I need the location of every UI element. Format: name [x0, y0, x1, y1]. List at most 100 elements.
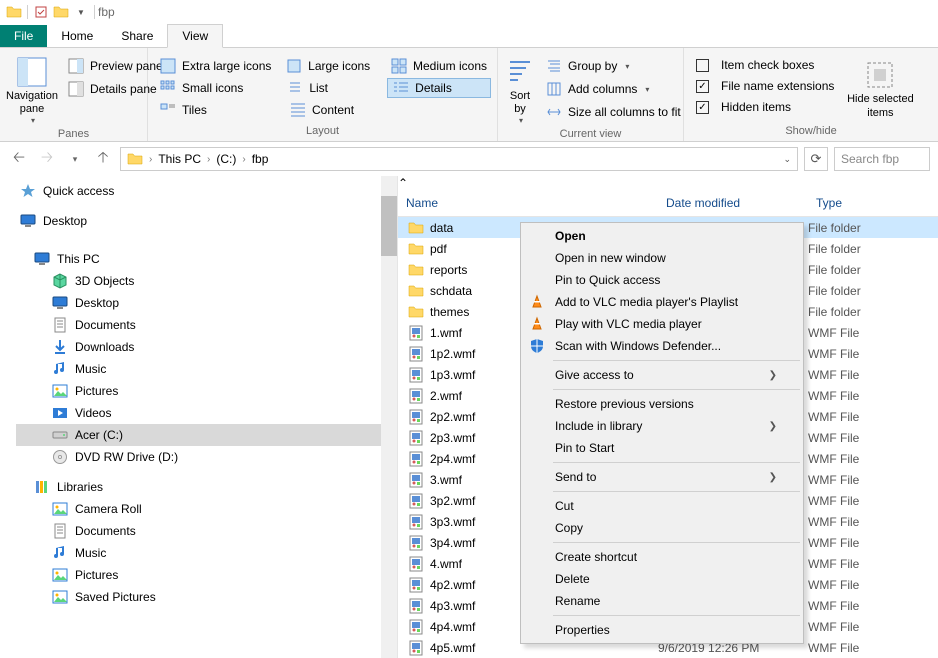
size-columns-button[interactable]: Size all columns to fit	[540, 102, 687, 122]
tree-item[interactable]: DVD RW Drive (D:)	[16, 446, 397, 468]
back-button[interactable]: 🡠	[8, 148, 30, 170]
column-type[interactable]: Type	[808, 190, 908, 216]
ctx-copy[interactable]: Copy	[523, 517, 801, 539]
ctx-defender[interactable]: Scan with Windows Defender...	[523, 335, 801, 357]
ctx-separator	[553, 491, 800, 492]
up-button[interactable]: 🡡	[92, 148, 114, 170]
sort-indicator-icon: ⌃	[398, 176, 938, 190]
group-label-showhide: Show/hide	[690, 123, 932, 141]
qat-newfolder-icon[interactable]	[53, 4, 69, 20]
titlebar: ▼ fbp	[0, 0, 938, 24]
breadcrumb-folder[interactable]: fbp	[248, 152, 273, 166]
tree-item[interactable]: Pictures	[16, 380, 397, 402]
ctx-separator	[553, 615, 800, 616]
tree-libraries[interactable]: Libraries	[16, 476, 397, 498]
ctx-vlc-play[interactable]: Play with VLC media player	[523, 313, 801, 335]
tree-item[interactable]: Documents	[16, 520, 397, 542]
tree-item[interactable]: Saved Pictures	[16, 586, 397, 608]
add-columns-button[interactable]: Add columns▾	[540, 79, 687, 99]
layout-details[interactable]: Details	[387, 78, 491, 98]
breadcrumb-drive[interactable]: (C:)	[212, 152, 240, 166]
layout-medium[interactable]: Medium icons	[385, 56, 491, 76]
group-label-current: Current view	[504, 126, 677, 144]
qat-properties-icon[interactable]	[33, 4, 49, 20]
ctx-rename[interactable]: Rename	[523, 590, 801, 612]
tree-item[interactable]: Pictures	[16, 564, 397, 586]
layout-large[interactable]: Large icons	[280, 56, 383, 76]
chevron-right-icon[interactable]: ›	[147, 154, 154, 165]
layout-list[interactable]: List	[281, 78, 385, 98]
column-name[interactable]: Name	[398, 190, 658, 216]
chevron-right-icon: ❯	[769, 370, 777, 381]
search-input[interactable]: Search fbp	[834, 147, 930, 171]
group-label-layout: Layout	[154, 123, 491, 141]
tree-item[interactable]: Documents	[16, 314, 397, 336]
layout-extra-large[interactable]: Extra large icons	[154, 56, 278, 76]
refresh-button[interactable]: ⟳	[804, 147, 828, 171]
file-name-extensions-toggle[interactable]: ✓File name extensions	[690, 77, 840, 95]
tab-home[interactable]: Home	[47, 25, 107, 47]
hide-selected-button[interactable]: Hide selected items	[844, 52, 916, 123]
tree-scrollbar[interactable]	[381, 176, 397, 658]
tree-item[interactable]: Desktop	[16, 292, 397, 314]
layout-content[interactable]: Content	[284, 100, 390, 120]
tree-item[interactable]: 3D Objects	[16, 270, 397, 292]
context-menu: Open Open in new window Pin to Quick acc…	[520, 222, 804, 644]
chevron-right-icon: ❯	[769, 472, 777, 483]
tab-file[interactable]: File	[0, 25, 47, 47]
ctx-vlc-add[interactable]: Add to VLC media player's Playlist	[523, 291, 801, 313]
tree-item[interactable]: Acer (C:)	[16, 424, 397, 446]
ctx-open[interactable]: Open	[523, 225, 801, 247]
layout-small[interactable]: Small icons	[154, 78, 279, 98]
tree-item[interactable]: Camera Roll	[16, 498, 397, 520]
group-label-panes: Panes	[6, 126, 141, 144]
ctx-pin-start[interactable]: Pin to Start	[523, 437, 801, 459]
sort-by-button[interactable]: Sort by▾	[504, 52, 536, 126]
ctx-delete[interactable]: Delete	[523, 568, 801, 590]
ctx-send-to[interactable]: Send to❯	[523, 466, 801, 488]
ctx-separator	[553, 389, 800, 390]
tree-item[interactable]: Music	[16, 358, 397, 380]
ctx-give-access[interactable]: Give access to❯	[523, 364, 801, 386]
item-check-boxes-toggle[interactable]: Item check boxes	[690, 56, 840, 74]
tree-desktop[interactable]: Desktop	[16, 210, 397, 232]
address-bar[interactable]: › This PC › (C:) › fbp ⌄	[120, 147, 798, 171]
ctx-separator	[553, 542, 800, 543]
ribbon-tabs: File Home Share View	[0, 24, 938, 48]
tab-view[interactable]: View	[167, 24, 223, 48]
ctx-cut[interactable]: Cut	[523, 495, 801, 517]
tree-item[interactable]: Downloads	[16, 336, 397, 358]
ribbon: Navigation pane▾ Preview pane Details pa…	[0, 48, 938, 142]
tree-this-pc[interactable]: This PC	[16, 248, 397, 270]
chevron-right-icon: ❯	[769, 421, 777, 432]
ctx-create-shortcut[interactable]: Create shortcut	[523, 546, 801, 568]
chevron-right-icon[interactable]: ›	[240, 154, 247, 165]
tab-share[interactable]: Share	[107, 25, 167, 47]
ctx-include-library[interactable]: Include in library❯	[523, 415, 801, 437]
forward-button[interactable]: 🡢	[36, 148, 58, 170]
folder-icon	[6, 4, 22, 20]
breadcrumb-root-icon[interactable]	[123, 151, 147, 167]
chevron-right-icon[interactable]: ›	[205, 154, 212, 165]
recent-dropdown[interactable]: ▾	[64, 148, 86, 170]
window-title: fbp	[98, 5, 115, 19]
address-row: 🡠 🡢 ▾ 🡡 › This PC › (C:) › fbp ⌄ ⟳ Searc…	[0, 142, 938, 176]
layout-tiles[interactable]: Tiles	[154, 100, 282, 120]
address-dropdown[interactable]: ⌄	[783, 154, 791, 165]
tree-quick-access[interactable]: Quick access	[16, 180, 397, 202]
group-by-button[interactable]: Group by▾	[540, 56, 687, 76]
column-date[interactable]: Date modified	[658, 190, 808, 216]
breadcrumb-thispc[interactable]: This PC	[154, 152, 205, 166]
navigation-tree: Quick access Desktop This PC 3D ObjectsD…	[0, 176, 398, 658]
ctx-pin-quick-access[interactable]: Pin to Quick access	[523, 269, 801, 291]
hidden-items-toggle[interactable]: ✓Hidden items	[690, 98, 840, 116]
ctx-properties[interactable]: Properties	[523, 619, 801, 641]
tree-item[interactable]: Videos	[16, 402, 397, 424]
column-headers: Name Date modified Type	[398, 190, 938, 217]
ctx-open-new-window[interactable]: Open in new window	[523, 247, 801, 269]
ctx-restore-versions[interactable]: Restore previous versions	[523, 393, 801, 415]
tree-item[interactable]: Music	[16, 542, 397, 564]
ctx-separator	[553, 462, 800, 463]
navigation-pane-button[interactable]: Navigation pane▾	[6, 52, 58, 126]
qat-customize-icon[interactable]: ▼	[73, 4, 89, 20]
